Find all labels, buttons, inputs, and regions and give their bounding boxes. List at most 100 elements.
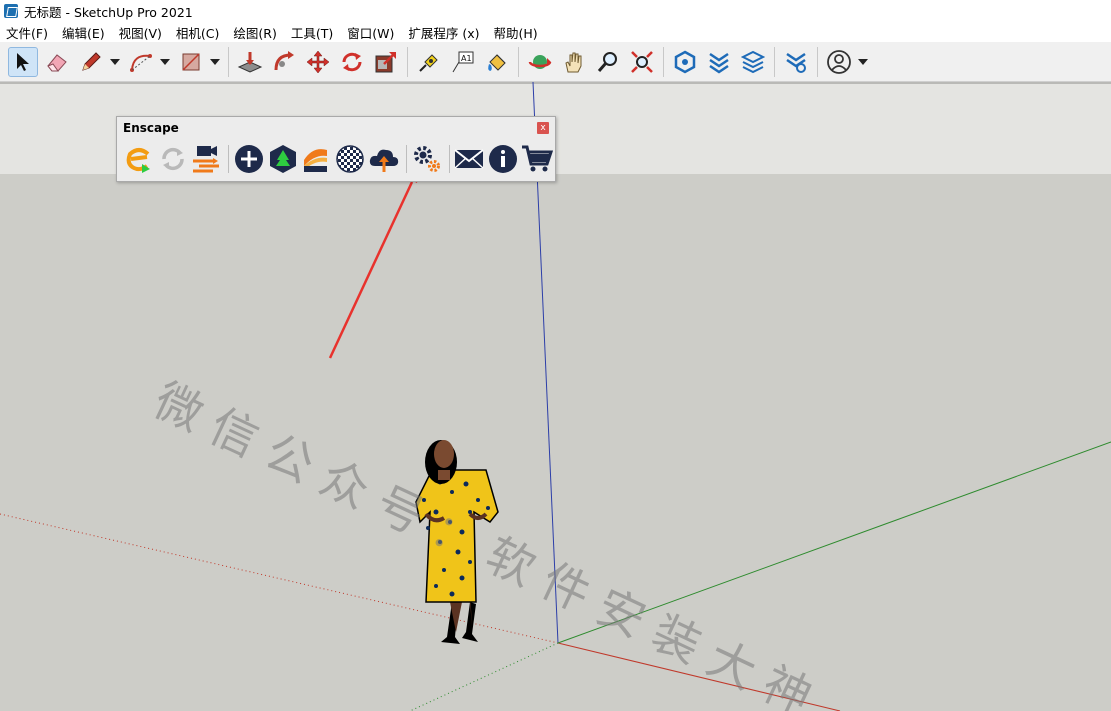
feedback-button[interactable]	[454, 143, 486, 175]
text-icon: A1	[452, 51, 474, 72]
enscape-separator	[448, 145, 450, 173]
toolbar-separator	[663, 46, 664, 77]
plus-circle-icon	[234, 145, 263, 173]
menu-tools[interactable]: 工具(T)	[291, 23, 333, 42]
push-pull-icon	[237, 51, 263, 73]
menu-camera[interactable]: 相机(C)	[176, 23, 219, 42]
orbit-button[interactable]	[525, 47, 555, 77]
material-editor-button[interactable]	[300, 143, 332, 175]
toolbar-separator	[774, 46, 775, 77]
layout-icon	[741, 50, 765, 73]
pan-icon	[565, 52, 582, 72]
enscape-logo-icon	[126, 148, 150, 173]
toolbar-separator	[407, 46, 408, 77]
settings-button[interactable]	[411, 143, 443, 175]
paint-bucket-icon	[488, 53, 506, 71]
sketchup-logo-icon	[4, 4, 18, 18]
zoom-extents-icon	[631, 50, 653, 73]
live-updates-button[interactable]	[157, 143, 189, 175]
profile-button[interactable]	[824, 47, 854, 77]
enscape-header[interactable]: Enscape x	[117, 117, 555, 139]
toolbar-separator	[817, 46, 818, 77]
enscape-close-button[interactable]: x	[537, 122, 549, 134]
extension-manager-button[interactable]	[781, 47, 811, 77]
upload-button[interactable]	[368, 143, 400, 175]
extension-warehouse-icon	[709, 52, 729, 74]
select-button[interactable]	[8, 46, 38, 77]
warehouse-icon	[674, 50, 696, 73]
push-pull-button[interactable]	[235, 47, 265, 77]
arc-button[interactable]	[126, 47, 156, 77]
eraser-button[interactable]	[42, 47, 72, 77]
menu-edit[interactable]: 编辑(E)	[62, 23, 105, 42]
menu-window[interactable]: 窗口(W)	[347, 23, 394, 42]
follow-me-icon	[274, 50, 294, 70]
panorama-button[interactable]	[334, 143, 366, 175]
tape-measure-button[interactable]	[414, 47, 444, 77]
capture-button[interactable]	[233, 143, 265, 175]
move-button[interactable]	[303, 47, 333, 77]
info-icon	[489, 145, 518, 173]
title-bar: 无标题 - SketchUp Pro 2021	[0, 0, 1111, 22]
enscape-separator	[228, 145, 229, 173]
svg-text:A1: A1	[461, 54, 472, 63]
pencil-icon	[82, 51, 101, 71]
window-title: 无标题 - SketchUp Pro 2021	[24, 4, 193, 20]
asset-library-button[interactable]	[267, 143, 299, 175]
paint-bucket-button[interactable]	[482, 47, 512, 77]
zoom-icon	[597, 51, 617, 72]
scale-icon	[375, 51, 396, 72]
rotate-button[interactable]	[337, 47, 367, 77]
orbit-icon	[528, 54, 552, 69]
follow-me-button[interactable]	[269, 47, 299, 77]
enscape-button-row	[117, 139, 555, 179]
cloud-upload-icon	[369, 149, 398, 172]
zoom-button[interactable]	[593, 47, 623, 77]
layout-button[interactable]	[738, 47, 768, 77]
shopping-cart-icon	[522, 145, 553, 172]
warehouse-button[interactable]	[670, 47, 700, 77]
rectangle-button[interactable]	[176, 47, 206, 77]
material-icon	[304, 149, 328, 172]
tape-measure-icon	[419, 53, 438, 72]
shop-button[interactable]	[521, 143, 553, 175]
video-camera-icon	[193, 146, 220, 173]
menu-extensions[interactable]: 扩展程序 (x)	[408, 23, 479, 42]
move-icon	[306, 50, 330, 73]
toolbar-separator	[228, 46, 229, 77]
enscape-separator	[405, 145, 407, 173]
menu-bar: 文件(F) 编辑(E) 视图(V) 相机(C) 绘图(R) 工具(T) 窗口(W…	[0, 22, 1111, 42]
about-button[interactable]	[487, 143, 519, 175]
select-icon	[17, 52, 29, 71]
menu-view[interactable]: 视图(V)	[119, 23, 162, 42]
toolbar-separator	[518, 46, 519, 77]
rectangle-icon	[182, 52, 200, 71]
text-button[interactable]: A1	[448, 47, 478, 77]
profile-icon	[827, 49, 851, 74]
zoom-extents-button[interactable]	[627, 47, 657, 77]
arc-dropdown[interactable]	[160, 47, 170, 77]
eraser-icon	[47, 53, 67, 71]
enscape-title: Enscape	[123, 121, 179, 135]
rotate-icon	[342, 52, 362, 71]
menu-help[interactable]: 帮助(H)	[494, 23, 538, 42]
mail-icon	[454, 149, 485, 169]
sync-icon	[161, 147, 184, 171]
tree-icon	[269, 145, 296, 173]
scale-button[interactable]	[371, 47, 401, 77]
rectangle-dropdown[interactable]	[210, 47, 220, 77]
pan-button[interactable]	[559, 47, 589, 77]
arc-icon	[130, 53, 152, 72]
extension-warehouse-button[interactable]	[704, 47, 734, 77]
main-toolbar: A1	[0, 42, 1111, 82]
profile-dropdown[interactable]	[858, 47, 868, 77]
menu-draw[interactable]: 绘图(R)	[233, 23, 276, 42]
checker-sphere-icon	[336, 145, 364, 173]
extension-manager-icon	[786, 52, 806, 73]
settings-gear-icon	[413, 146, 440, 172]
pencil-button[interactable]	[76, 47, 106, 77]
pencil-dropdown[interactable]	[110, 47, 120, 77]
menu-file[interactable]: 文件(F)	[6, 23, 48, 42]
video-editor-button[interactable]	[190, 143, 222, 175]
start-enscape-button[interactable]	[123, 143, 155, 175]
